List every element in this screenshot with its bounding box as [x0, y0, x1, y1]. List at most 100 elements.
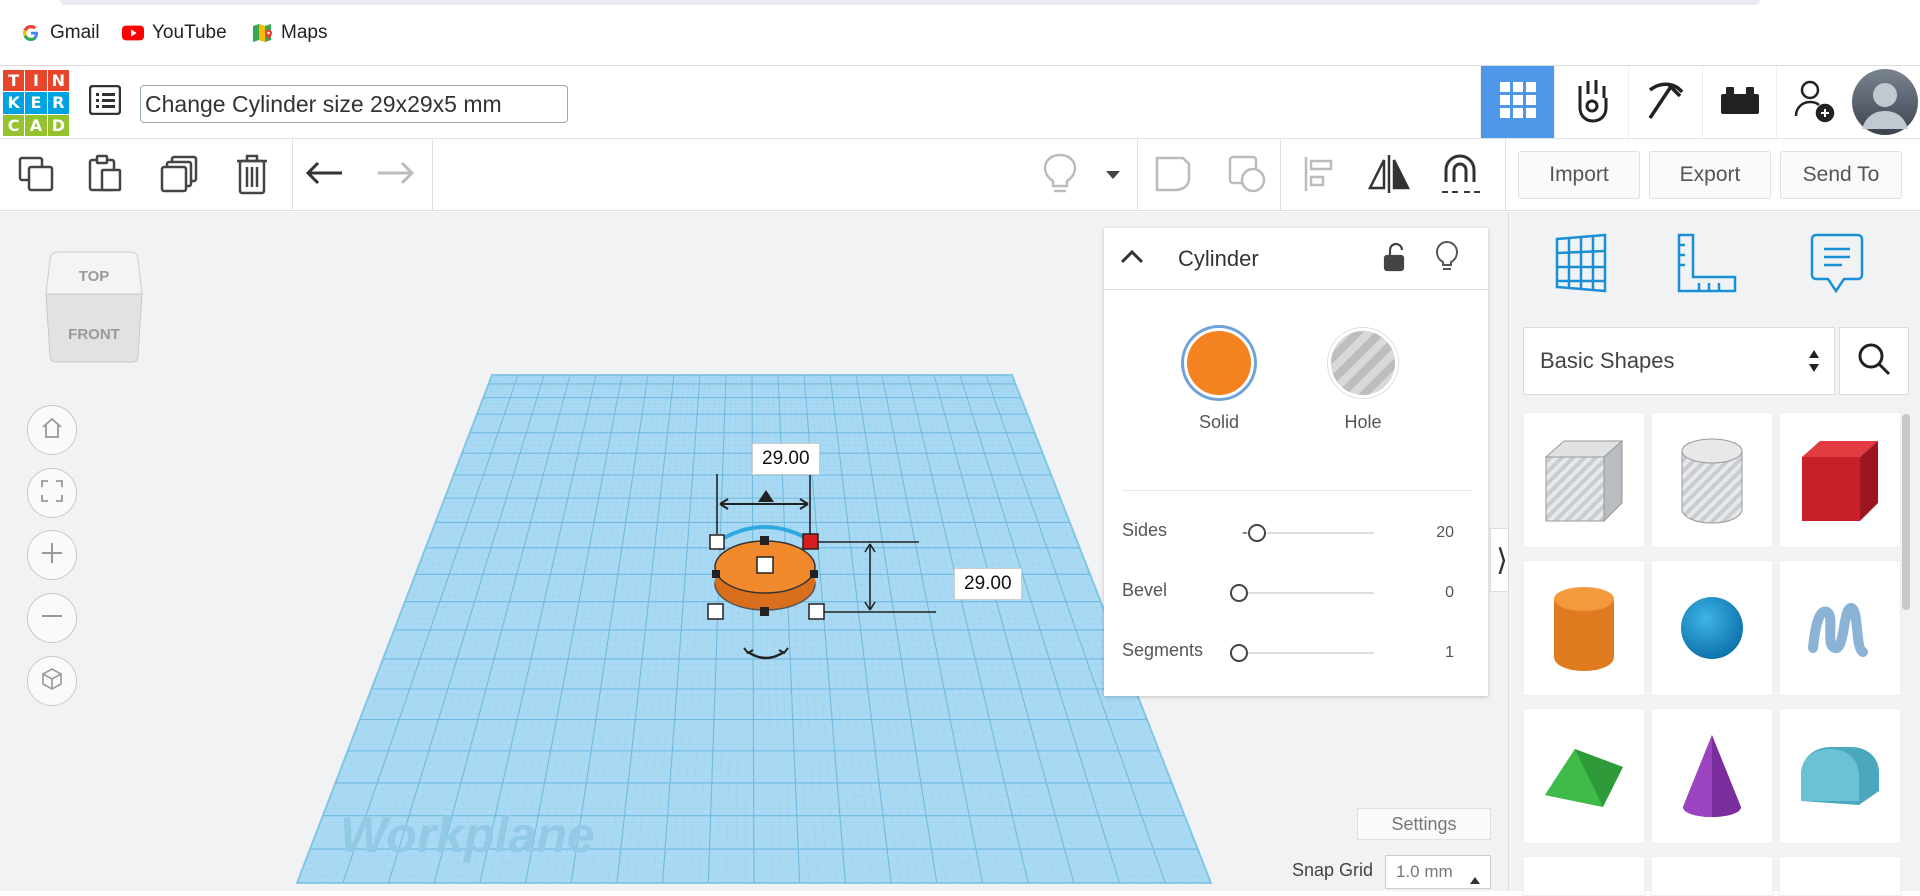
hole-label: Hole	[1344, 412, 1382, 432]
logo-letter: D	[47, 114, 69, 136]
shape-cone[interactable]	[1651, 708, 1773, 844]
note-bubble-icon	[1810, 231, 1864, 300]
collapse-chevron-icon[interactable]	[1120, 248, 1144, 269]
bookmark-youtube[interactable]: YouTube	[122, 22, 227, 44]
bookmarks-bar: Gmail YouTube Maps	[0, 0, 1920, 66]
bricks-button[interactable]	[1702, 66, 1776, 138]
length-dimension-input[interactable]: 29.00	[954, 568, 1022, 600]
3d-design-view-button[interactable]	[1480, 66, 1554, 138]
trash-icon	[235, 153, 269, 200]
brick-icon	[1719, 84, 1761, 121]
blocks-mining-button[interactable]	[1628, 66, 1702, 138]
edge-handle[interactable]	[760, 607, 769, 616]
lightbulb-icon[interactable]	[1435, 240, 1459, 277]
paste-button[interactable]	[82, 153, 128, 199]
segments-slider-knob[interactable]	[1230, 644, 1248, 662]
solid-label: Solid	[1198, 412, 1240, 432]
user-avatar[interactable]	[1850, 66, 1920, 138]
app-header: TINKERCAD	[0, 66, 1920, 139]
group-icon	[1153, 154, 1193, 199]
settings-button[interactable]: Settings	[1357, 808, 1491, 840]
bevel-slider-track[interactable]	[1244, 592, 1374, 594]
mirror-button[interactable]	[1366, 153, 1412, 199]
align-button[interactable]	[1297, 153, 1343, 199]
shape-round-roof[interactable]	[1779, 708, 1901, 844]
shape-search-button[interactable]	[1839, 327, 1909, 395]
width-dimension-input[interactable]: 29.00	[752, 443, 820, 475]
bevel-value[interactable]: 0	[1445, 584, 1454, 602]
bookmark-label: YouTube	[152, 22, 227, 43]
visibility-dropdown[interactable]	[1091, 153, 1135, 199]
resize-handle[interactable]	[808, 603, 825, 620]
workplane-label: Workplane	[340, 807, 595, 863]
show-hide-button[interactable]	[1037, 153, 1083, 199]
sides-value[interactable]: 20	[1436, 524, 1454, 542]
logo-letter: I	[25, 70, 47, 92]
shape-cylinder[interactable]	[1523, 560, 1645, 696]
logo-letter: E	[25, 92, 47, 114]
hole-swatch[interactable]	[1328, 328, 1398, 398]
import-button[interactable]: Import	[1518, 151, 1640, 199]
shape-cell-partial[interactable]	[1779, 856, 1901, 896]
shape-cell-partial[interactable]	[1651, 856, 1773, 896]
resize-handle[interactable]	[709, 534, 725, 550]
bookmark-gmail[interactable]: Gmail	[20, 22, 100, 44]
copy-button[interactable]	[13, 153, 59, 199]
ungroup-button[interactable]	[1224, 153, 1270, 199]
edge-handle[interactable]	[760, 536, 769, 545]
shape-box-hole[interactable]	[1523, 412, 1645, 548]
edge-handle[interactable]	[712, 570, 720, 578]
view-mode-switcher	[1480, 66, 1920, 138]
edge-handle[interactable]	[810, 570, 818, 578]
shape-category-select[interactable]: Basic Shapes	[1523, 327, 1835, 395]
workplane-tool-button[interactable]	[1544, 230, 1616, 300]
design-list-button[interactable]	[86, 83, 124, 121]
solid-color-swatch[interactable]	[1184, 328, 1254, 398]
shape-sphere[interactable]	[1651, 560, 1773, 696]
snap-grid-select[interactable]: 1.0 mm	[1385, 855, 1491, 889]
redo-button[interactable]	[372, 153, 418, 199]
bevel-label: Bevel	[1122, 580, 1168, 600]
clipboard-icon	[86, 154, 124, 199]
duplicate-icon	[160, 154, 200, 199]
shape-box[interactable]	[1779, 412, 1901, 548]
undo-icon	[305, 161, 344, 192]
unlock-icon[interactable]	[1382, 242, 1406, 277]
maps-icon	[251, 22, 273, 44]
ruler-icon	[1675, 231, 1739, 300]
grid-icon	[1499, 81, 1537, 124]
inspector-title: Cylinder	[1178, 246, 1259, 271]
export-button[interactable]: Export	[1649, 151, 1771, 199]
send-to-button[interactable]: Send To	[1780, 151, 1902, 199]
delete-button[interactable]	[229, 153, 275, 199]
cruise-button[interactable]	[1438, 153, 1484, 199]
toolbar-divider	[1137, 139, 1138, 211]
resize-handle[interactable]	[707, 603, 724, 620]
sim-lab-button[interactable]	[1554, 66, 1628, 138]
segments-value[interactable]: 1	[1445, 644, 1454, 662]
sides-slider-knob[interactable]	[1248, 524, 1266, 542]
shape-cylinder-hole[interactable]	[1651, 412, 1773, 548]
ruler-tool-button[interactable]	[1671, 230, 1743, 300]
google-icon	[20, 22, 42, 44]
tinkercad-logo[interactable]: TINKERCAD	[3, 70, 69, 136]
shape-cell-partial[interactable]	[1523, 856, 1645, 896]
design-title-input[interactable]	[140, 85, 568, 123]
bookmark-label: Gmail	[50, 22, 100, 43]
group-button[interactable]	[1150, 153, 1196, 199]
segments-slider-track[interactable]	[1244, 652, 1374, 654]
invite-user-button[interactable]	[1776, 66, 1850, 138]
shape-roof[interactable]	[1523, 708, 1645, 844]
shape-scribble[interactable]	[1779, 560, 1901, 696]
ungroup-icon	[1227, 154, 1267, 199]
logo-letter: T	[3, 70, 25, 92]
bevel-slider-knob[interactable]	[1230, 584, 1248, 602]
shapes-scrollbar[interactable]	[1902, 414, 1910, 610]
resize-handle-active[interactable]	[802, 533, 819, 550]
notes-tool-button[interactable]	[1801, 230, 1873, 300]
bookmark-maps[interactable]: Maps	[251, 22, 327, 44]
duplicate-button[interactable]	[157, 153, 203, 199]
height-handle[interactable]	[756, 556, 774, 574]
toolbar-divider	[432, 139, 433, 211]
undo-button[interactable]	[302, 153, 348, 199]
